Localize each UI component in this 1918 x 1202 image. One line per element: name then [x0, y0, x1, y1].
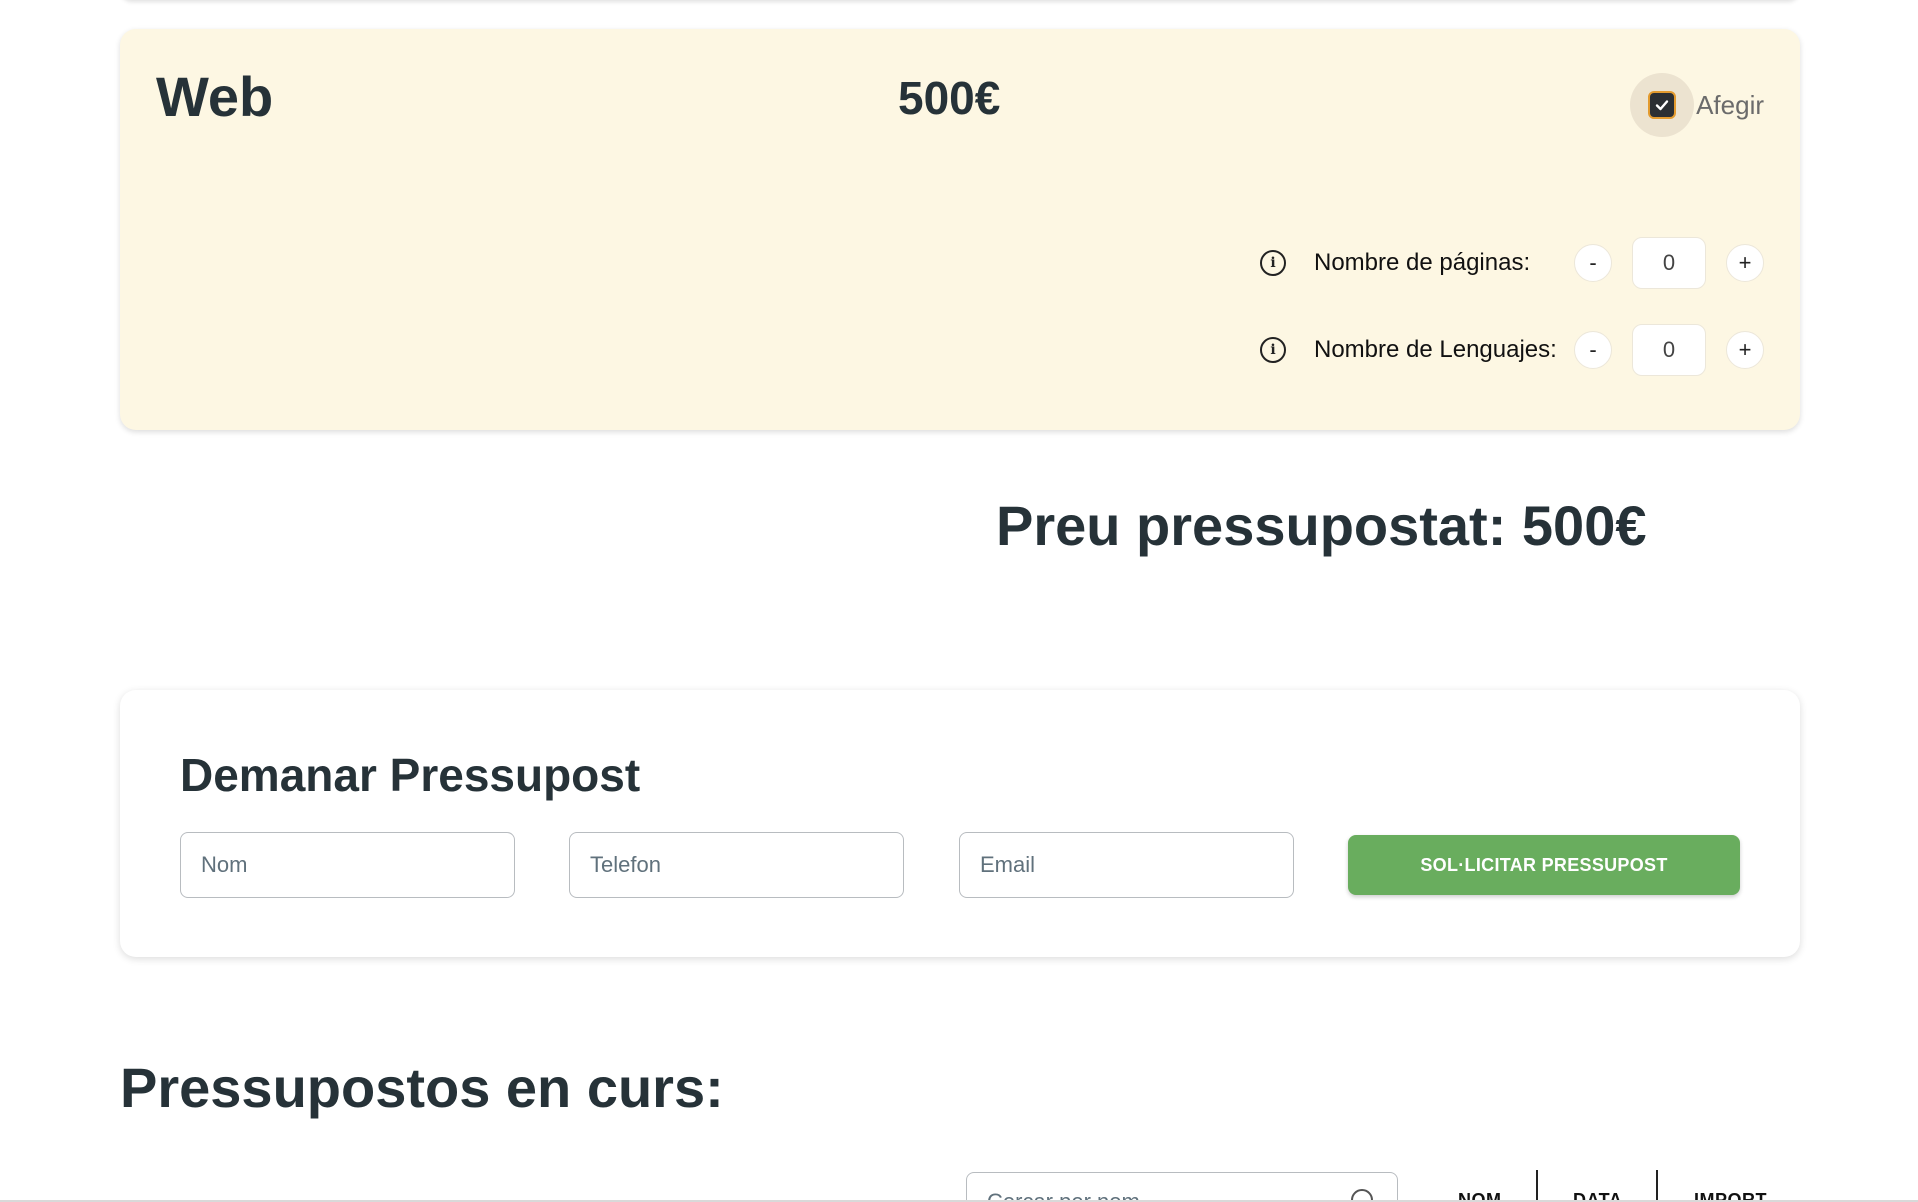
- request-title: Demanar Pressupost: [180, 749, 641, 801]
- info-icon[interactable]: i: [1260, 250, 1286, 276]
- pages-decrement-button[interactable]: -: [1574, 244, 1612, 282]
- request-budget-button[interactable]: SOL·LICITAR PRESSUPOST: [1348, 835, 1740, 895]
- add-service-label: Afegir: [1696, 89, 1764, 120]
- option-row-pages: i Nombre de páginas: - 0 +: [1260, 237, 1764, 289]
- pages-count-input[interactable]: 0: [1632, 237, 1706, 289]
- page: Web 500€ Afegir i Nombre de páginas: - 0…: [0, 0, 1918, 1202]
- name-field[interactable]: [180, 832, 515, 898]
- pages-increment-button[interactable]: +: [1726, 244, 1764, 282]
- add-service-toggle[interactable]: Afegir: [1630, 73, 1764, 137]
- service-card-web: Web 500€ Afegir i Nombre de páginas: - 0…: [120, 29, 1800, 430]
- phone-field[interactable]: [569, 832, 904, 898]
- service-price: 500€: [898, 72, 1001, 124]
- option-label-pages: Nombre de páginas:: [1314, 249, 1531, 276]
- languages-increment-button[interactable]: +: [1726, 331, 1764, 369]
- divider: [1656, 1170, 1658, 1202]
- option-row-languages: i Nombre de Lenguajes: - 0 +: [1260, 324, 1764, 376]
- option-label-languages: Nombre de Lenguajes:: [1314, 336, 1557, 363]
- checkmark-icon: [1655, 100, 1669, 111]
- checkbox-focus-halo: [1630, 73, 1695, 137]
- budgets-list-title: Pressupostos en curs:: [120, 1056, 724, 1119]
- request-budget-card: Demanar Pressupost SOL·LICITAR PRESSUPOS…: [120, 690, 1800, 957]
- service-title: Web: [156, 65, 274, 128]
- divider: [1536, 1170, 1538, 1202]
- languages-decrement-button[interactable]: -: [1574, 331, 1612, 369]
- languages-count-input[interactable]: 0: [1632, 324, 1706, 376]
- email-field[interactable]: [959, 832, 1294, 898]
- info-icon[interactable]: i: [1260, 337, 1286, 363]
- add-service-checkbox[interactable]: [1648, 91, 1677, 119]
- budget-total: Preu pressupostat: 500€: [996, 494, 1647, 557]
- search-input[interactable]: [966, 1172, 1398, 1202]
